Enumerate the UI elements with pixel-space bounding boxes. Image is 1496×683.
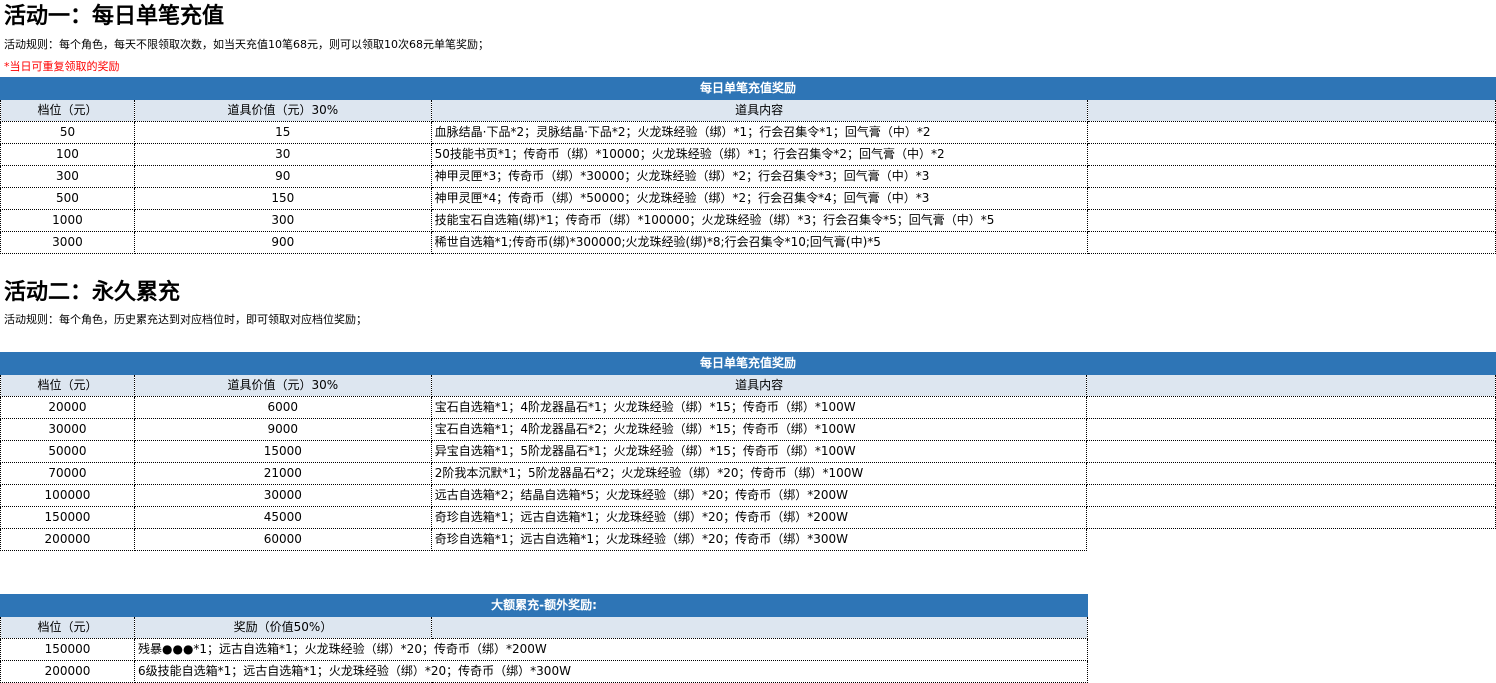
table-cell[interactable] (1086, 440, 1496, 463)
table-cell[interactable] (1086, 143, 1496, 166)
content-cell[interactable]: 50技能书页*1；传奇币（绑）*10000；火龙珠经验（绑）*1；行会召集令*2… (430, 143, 1088, 166)
table-title: 每日单笔充值奖励 (0, 77, 1496, 100)
reward-cell[interactable]: 6级技能自选箱*1；远古自选箱*1；火龙珠经验（绑）*20；传奇币（绑）*300… (134, 660, 1088, 683)
table-header-row: 档位（元） 道具价值（元）30% 道具内容 (0, 99, 1496, 122)
extra-reward-table: 大额累充-额外奖励: 档位（元） 奖励（价值50%） 150000 残暴●●●*… (0, 594, 1088, 683)
column-header-tier: 档位（元） (0, 99, 135, 122)
table-row: 70000 21000 2阶我本沉默*1；5阶龙器晶石*2；火龙珠经验（绑）*2… (0, 462, 1496, 485)
tier-cell[interactable]: 150000 (0, 638, 135, 661)
table-cell[interactable] (1086, 506, 1496, 529)
column-header-content: 道具内容 (430, 99, 1088, 122)
table-row: 50000 15000 异宝自选箱*1；5阶龙器晶石*1；火龙珠经验（绑）*15… (0, 440, 1496, 463)
table-header-row: 档位（元） 道具价值（元）30% 道具内容 (0, 374, 1496, 397)
activity1-rule: 活动规则：每个角色，每天不限领取次数，如当天充值10笔68元，则可以领取10次6… (4, 38, 489, 51)
content-cell[interactable]: 远古自选箱*2；结晶自选箱*5；火龙珠经验（绑）*20；传奇币（绑）*200W (430, 484, 1088, 507)
table-cell[interactable] (1086, 99, 1496, 122)
tier-cell[interactable]: 30000 (0, 418, 135, 441)
value-cell[interactable]: 9000 (133, 418, 432, 441)
column-header-value: 道具价值（元）30% (133, 99, 432, 122)
table-row: 100 30 50技能书页*1；传奇币（绑）*10000；火龙珠经验（绑）*1；… (0, 143, 1496, 166)
content-cell[interactable]: 异宝自选箱*1；5阶龙器晶石*1；火龙珠经验（绑）*15；传奇币（绑）*100W (430, 440, 1088, 463)
tier-cell[interactable]: 50 (0, 121, 135, 144)
table-title: 大额累充-额外奖励: (0, 594, 1088, 617)
table-row: 3000 900 稀世自选箱*1;传奇币(绑)*300000;火龙珠经验(绑)*… (0, 231, 1496, 254)
value-cell[interactable]: 900 (133, 231, 432, 254)
table-title-row: 每日单笔充值奖励 (0, 77, 1496, 100)
value-cell[interactable]: 150 (133, 187, 432, 210)
activity2-title: 活动二：永久累充 (4, 280, 181, 305)
tier-cell[interactable]: 50000 (0, 440, 135, 463)
tier-cell[interactable]: 3000 (0, 231, 135, 254)
value-cell[interactable]: 60000 (133, 528, 432, 551)
tier-cell[interactable]: 200000 (0, 660, 135, 683)
tier-cell[interactable]: 100 (0, 143, 135, 166)
activity2-rule: 活动规则：每个角色，历史累充达到对应档位时，即可领取对应档位奖励； (4, 313, 367, 326)
tier-cell[interactable]: 100000 (0, 484, 135, 507)
tier-cell[interactable]: 500 (0, 187, 135, 210)
value-cell[interactable]: 90 (133, 165, 432, 188)
content-cell[interactable]: 2阶我本沉默*1；5阶龙器晶石*2；火龙珠经验（绑）*20；传奇币（绑）*100… (430, 462, 1088, 485)
tier-cell[interactable]: 1000 (0, 209, 135, 232)
table-row: 100000 30000 远古自选箱*2；结晶自选箱*5；火龙珠经验（绑）*20… (0, 484, 1496, 507)
spreadsheet-page: 活动一：每日单笔充值 活动规则：每个角色，每天不限领取次数，如当天充值10笔68… (0, 0, 1496, 683)
tier-cell[interactable]: 200000 (0, 528, 135, 551)
activity2-table: 每日单笔充值奖励 档位（元） 道具价值（元）30% 道具内容 20000 600… (0, 352, 1496, 551)
table-cell[interactable] (1086, 484, 1496, 507)
table-header-row: 档位（元） 奖励（价值50%） (0, 616, 1088, 639)
table-cell[interactable] (431, 616, 1088, 639)
content-cell[interactable]: 技能宝石自选箱(绑)*1；传奇币（绑）*100000；火龙珠经验（绑）*3；行会… (430, 209, 1088, 232)
table-row: 200000 60000 奇珍自选箱*1；远古自选箱*1；火龙珠经验（绑）*20… (0, 528, 1496, 551)
activity1-title: 活动一：每日单笔充值 (4, 4, 225, 29)
table-title-row: 每日单笔充值奖励 (0, 352, 1496, 375)
content-cell[interactable]: 宝石自选箱*1；4阶龙器晶石*2；火龙珠经验（绑）*15；传奇币（绑）*100W (430, 418, 1088, 441)
table-cell[interactable] (1086, 165, 1496, 188)
column-header-reward: 奖励（价值50%） (134, 616, 432, 639)
table-title-row: 大额累充-额外奖励: (0, 594, 1088, 617)
column-header-tier: 档位（元） (0, 374, 135, 397)
reward-cell[interactable]: 残暴●●●*1；远古自选箱*1；火龙珠经验（绑）*20；传奇币（绑）*200W (134, 638, 1088, 661)
activity1-note: *当日可重复领取的奖励 (4, 60, 120, 73)
table-row: 200000 6级技能自选箱*1；远古自选箱*1；火龙珠经验（绑）*20；传奇币… (0, 660, 1088, 683)
tier-cell[interactable]: 70000 (0, 462, 135, 485)
table-cell[interactable] (1086, 396, 1496, 419)
content-cell[interactable]: 奇珍自选箱*1；远古自选箱*1；火龙珠经验（绑）*20；传奇币（绑）*200W (430, 506, 1088, 529)
activity1-table: 每日单笔充值奖励 档位（元） 道具价值（元）30% 道具内容 50 15 血脉结… (0, 77, 1496, 254)
table-cell[interactable] (1086, 209, 1496, 232)
table-cell[interactable] (1086, 187, 1496, 210)
table-cell[interactable] (1086, 121, 1496, 144)
table-row: 1000 300 技能宝石自选箱(绑)*1；传奇币（绑）*100000；火龙珠经… (0, 209, 1496, 232)
table-cell[interactable] (1086, 231, 1496, 254)
value-cell[interactable]: 15 (133, 121, 432, 144)
tier-cell[interactable]: 300 (0, 165, 135, 188)
table-row: 150000 残暴●●●*1；远古自选箱*1；火龙珠经验（绑）*20；传奇币（绑… (0, 638, 1088, 661)
value-cell[interactable]: 30000 (133, 484, 432, 507)
table-cell[interactable] (1086, 374, 1496, 397)
table-row: 150000 45000 奇珍自选箱*1；远古自选箱*1；火龙珠经验（绑）*20… (0, 506, 1496, 529)
table-title: 每日单笔充值奖励 (0, 352, 1496, 375)
tier-cell[interactable]: 20000 (0, 396, 135, 419)
table-row: 50 15 血脉结晶·下品*2；灵脉结晶·下品*2；火龙珠经验（绑）*1；行会召… (0, 121, 1496, 144)
content-cell[interactable]: 血脉结晶·下品*2；灵脉结晶·下品*2；火龙珠经验（绑）*1；行会召集令*1；回… (430, 121, 1088, 144)
value-cell[interactable]: 15000 (133, 440, 432, 463)
value-cell[interactable]: 30 (133, 143, 432, 166)
value-cell[interactable]: 300 (133, 209, 432, 232)
content-cell[interactable]: 宝石自选箱*1；4阶龙器晶石*1；火龙珠经验（绑）*15；传奇币（绑）*100W (430, 396, 1088, 419)
table-row: 500 150 神甲灵匣*4；传奇币（绑）*50000；火龙珠经验（绑）*2；行… (0, 187, 1496, 210)
table-row: 300 90 神甲灵匣*3；传奇币（绑）*30000；火龙珠经验（绑）*2；行会… (0, 165, 1496, 188)
value-cell[interactable]: 21000 (133, 462, 432, 485)
tier-cell[interactable]: 150000 (0, 506, 135, 529)
content-cell[interactable]: 奇珍自选箱*1；远古自选箱*1；火龙珠经验（绑）*20；传奇币（绑）*300W (430, 528, 1088, 551)
column-header-value: 道具价值（元）30% (133, 374, 432, 397)
column-header-tier: 档位（元） (0, 616, 135, 639)
content-cell[interactable]: 稀世自选箱*1;传奇币(绑)*300000;火龙珠经验(绑)*8;行会召集令*1… (430, 231, 1088, 254)
content-cell[interactable]: 神甲灵匣*4；传奇币（绑）*50000；火龙珠经验（绑）*2；行会召集令*4；回… (430, 187, 1088, 210)
table-cell[interactable] (1086, 462, 1496, 485)
table-row: 20000 6000 宝石自选箱*1；4阶龙器晶石*1；火龙珠经验（绑）*15；… (0, 396, 1496, 419)
table-row: 30000 9000 宝石自选箱*1；4阶龙器晶石*2；火龙珠经验（绑）*15；… (0, 418, 1496, 441)
column-header-content: 道具内容 (430, 374, 1088, 397)
table-cell[interactable] (1086, 418, 1496, 441)
value-cell[interactable]: 6000 (133, 396, 432, 419)
value-cell[interactable]: 45000 (133, 506, 432, 529)
content-cell[interactable]: 神甲灵匣*3；传奇币（绑）*30000；火龙珠经验（绑）*2；行会召集令*3；回… (430, 165, 1088, 188)
